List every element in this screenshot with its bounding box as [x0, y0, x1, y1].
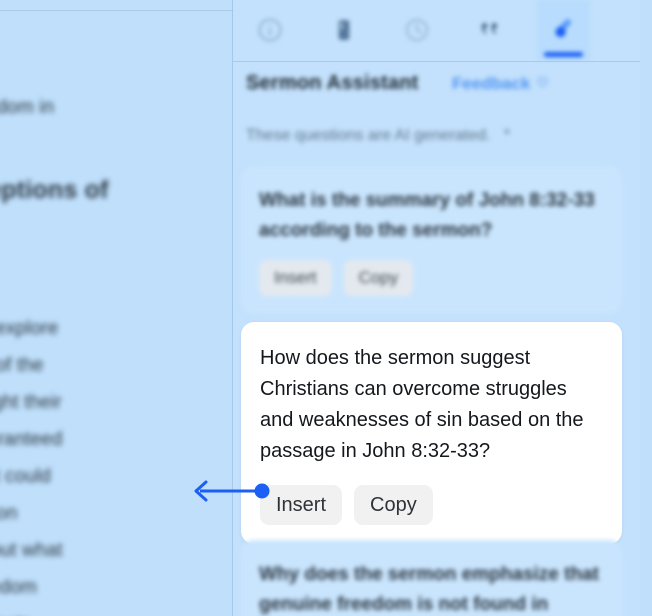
document-line: true freedom [0, 577, 37, 598]
assistant-tab-bar [233, 0, 640, 62]
document-line: d to [0, 52, 233, 89]
document-line: n belief of the [0, 355, 44, 376]
document-line: e common [0, 503, 18, 524]
ai-note-row: These questions are AI generated. [246, 126, 514, 145]
insert-button[interactable]: Insert [260, 485, 343, 525]
tab-assistant[interactable] [537, 0, 590, 60]
ai-generated-note: These questions are AI generated. [233, 126, 640, 156]
clock-icon [403, 16, 431, 44]
assistant-panel: Sermon Assistant Feedback These question… [233, 0, 640, 616]
question-card[interactable]: Why does the sermon emphasize that genui… [241, 540, 622, 616]
document-heading: conceptions of [0, 176, 109, 204]
document-heading-cont: ) [0, 210, 233, 250]
tab-info[interactable] [243, 0, 296, 60]
copy-button[interactable]: Copy [354, 485, 433, 525]
question-text: How does the sermon suggest Christians c… [260, 347, 584, 462]
tab-bar-rule [233, 61, 640, 62]
feedback-label: Feedback [452, 74, 531, 93]
question-actions: Insert Copy [259, 260, 604, 296]
document-line: ho thought their [0, 392, 62, 413]
question-card-focused[interactable]: How does the sermon suggest Christians c… [241, 322, 622, 544]
document-line: sus corrects [0, 606, 233, 616]
feedback-link[interactable]: Feedback [452, 74, 550, 94]
info-circle-icon [256, 16, 284, 44]
copy-button[interactable]: Copy [343, 260, 414, 296]
page-title: Sermon Assistant [246, 72, 419, 94]
document-text-block: d to tive freedom in conceptions of ) u … [0, 0, 233, 616]
ai-note-label: These questions are AI generated. [246, 126, 491, 144]
tab-quotes[interactable] [463, 0, 516, 60]
question-text: What is the summary of John 8:32-33 acco… [259, 190, 595, 241]
tab-notes[interactable] [317, 0, 370, 60]
insert-button[interactable]: Insert [259, 260, 332, 296]
quote-icon [476, 16, 504, 44]
assistant-header: Sermon Assistant Feedback [233, 64, 640, 110]
sparkle-icon[interactable] [500, 126, 514, 145]
question-actions: Insert Copy [260, 485, 603, 525]
document-line: ions about what [0, 540, 63, 561]
tab-history[interactable] [390, 0, 443, 60]
question-text: Why does the sermon emphasize that genui… [259, 564, 599, 615]
document-line: tive freedom in [0, 97, 55, 118]
active-tab-indicator [544, 52, 583, 57]
app-window: d to tive freedom in conceptions of ) u … [0, 0, 652, 616]
question-card[interactable]: What is the summary of John 8:32-33 acco… [241, 166, 622, 314]
book-icon [330, 16, 358, 44]
document-line: his point could [0, 466, 51, 487]
highlighter-icon [549, 15, 579, 45]
document-line: u could explore [0, 318, 59, 339]
sermon-document-panel[interactable]: d to tive freedom in conceptions of ) u … [0, 0, 233, 616]
heart-icon [535, 74, 550, 94]
document-line: one guaranteed [0, 429, 63, 450]
